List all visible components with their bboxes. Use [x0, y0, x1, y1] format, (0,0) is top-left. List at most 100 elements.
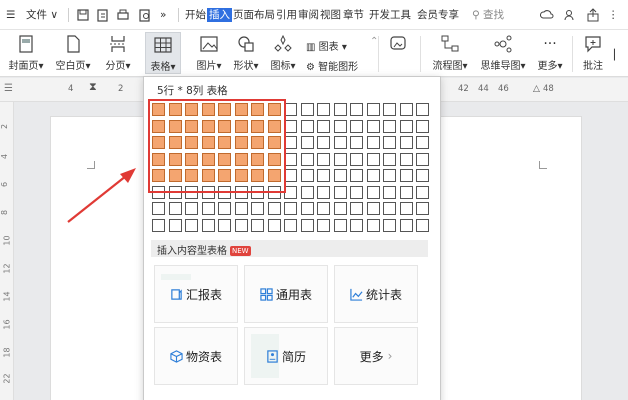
share-icon[interactable] — [586, 8, 600, 22]
flowchart-button[interactable]: 流程图▾ — [428, 32, 472, 74]
grid-cell[interactable] — [251, 218, 264, 232]
grid-cell[interactable] — [399, 169, 413, 182]
grid-cell[interactable] — [416, 218, 429, 232]
grid-cell[interactable] — [218, 218, 231, 232]
grid-cell[interactable] — [300, 202, 314, 215]
grid-cell[interactable] — [416, 202, 429, 215]
grid-cell[interactable] — [399, 119, 413, 133]
picture-button[interactable]: 图片▾ — [191, 32, 227, 74]
icons-button[interactable]: 图标▾ — [266, 32, 300, 74]
grid-cell[interactable] — [317, 103, 330, 116]
grid-cell[interactable] — [317, 169, 330, 182]
print-icon[interactable] — [116, 8, 130, 22]
grid-cell[interactable] — [333, 185, 347, 199]
comment-button[interactable]: 批注 — [578, 32, 608, 74]
tab-view[interactable]: 视图 — [320, 8, 341, 22]
ruler-menu-icon[interactable]: ☰ — [4, 83, 13, 94]
grid-cell[interactable] — [350, 103, 363, 116]
grid-cell[interactable] — [416, 152, 429, 166]
more-quick-access-icon[interactable]: » — [160, 8, 166, 22]
supplies-table-card[interactable]: 物资表 — [154, 327, 238, 385]
statistics-table-card[interactable]: 统计表 — [334, 265, 418, 323]
grid-cell[interactable] — [350, 185, 363, 199]
more-templates-card[interactable]: 更多 › — [334, 327, 418, 385]
grid-cell[interactable] — [300, 218, 314, 232]
grid-cell[interactable] — [383, 152, 396, 166]
grid-cell[interactable] — [350, 119, 363, 133]
grid-cell[interactable] — [399, 103, 413, 116]
grid-cell[interactable] — [416, 119, 429, 133]
report-table-card[interactable]: 汇报表 — [154, 265, 238, 323]
grid-cell[interactable] — [333, 202, 347, 215]
grid-cell[interactable] — [333, 136, 347, 149]
grid-cell[interactable] — [350, 152, 363, 166]
grid-cell[interactable] — [267, 202, 281, 215]
grid-cell[interactable] — [383, 218, 396, 232]
grid-cell[interactable] — [168, 202, 182, 215]
grid-cell[interactable] — [152, 202, 165, 215]
grid-cell[interactable] — [383, 119, 396, 133]
grid-cell[interactable] — [366, 185, 380, 199]
search-box[interactable]: ⚲ 查找 — [472, 8, 504, 22]
grid-cell[interactable] — [350, 136, 363, 149]
file-menu[interactable]: 文件 ∨ — [26, 8, 58, 22]
resource-button[interactable] — [386, 32, 410, 74]
tab-insert[interactable]: 插入 — [207, 8, 232, 22]
grid-cell[interactable] — [317, 152, 330, 166]
grid-cell[interactable] — [185, 202, 198, 215]
resume-card[interactable]: 简历 — [244, 327, 328, 385]
tab-references[interactable]: 引用 — [276, 8, 297, 22]
grid-cell[interactable] — [416, 136, 429, 149]
grid-cell[interactable] — [366, 169, 380, 182]
more-button[interactable]: ··· 更多▾ — [533, 32, 567, 74]
grid-cell[interactable] — [416, 185, 429, 199]
grid-cell[interactable] — [300, 103, 314, 116]
right-indent-marker-icon[interactable]: △ — [533, 84, 540, 94]
save-icon[interactable] — [76, 8, 90, 22]
cloud-sync-icon[interactable] — [540, 8, 554, 22]
grid-cell[interactable] — [201, 218, 215, 232]
blank-page-button[interactable]: 空白页▾ — [52, 32, 94, 74]
chart-button[interactable]: ▥ 图表 ▾ — [306, 38, 347, 53]
tab-review[interactable]: 审阅 — [298, 8, 319, 22]
grid-cell[interactable] — [300, 136, 314, 149]
grid-cell[interactable] — [350, 218, 363, 232]
grid-cell[interactable] — [300, 169, 314, 182]
grid-cell[interactable] — [399, 185, 413, 199]
smart-graphic-button[interactable]: ⚙ 智能图形 — [306, 58, 358, 73]
print-preview-icon[interactable] — [138, 8, 152, 22]
export-pdf-icon[interactable] — [96, 8, 110, 22]
grid-cell[interactable] — [350, 169, 363, 182]
grid-cell[interactable] — [366, 152, 380, 166]
grid-cell[interactable] — [383, 103, 396, 116]
grid-cell[interactable] — [399, 136, 413, 149]
grid-cell[interactable] — [300, 119, 314, 133]
tab-page-layout[interactable]: 页面布局 — [233, 8, 275, 22]
grid-cell[interactable] — [416, 169, 429, 182]
grid-cell[interactable] — [317, 119, 330, 133]
grid-cell[interactable] — [218, 202, 231, 215]
cover-page-button[interactable]: 封面页▾ — [6, 32, 46, 74]
grid-cell[interactable] — [366, 103, 380, 116]
indent-marker-icon[interactable]: ⧗ — [89, 80, 97, 94]
grid-cell[interactable] — [416, 103, 429, 116]
grid-cell[interactable] — [383, 202, 396, 215]
grid-cell[interactable] — [152, 218, 165, 232]
grid-cell[interactable] — [251, 202, 264, 215]
grid-cell[interactable] — [185, 218, 198, 232]
grid-cell[interactable] — [234, 202, 248, 215]
grid-cell[interactable] — [317, 136, 330, 149]
tab-section[interactable]: 章节 — [343, 8, 364, 22]
grid-cell[interactable] — [366, 119, 380, 133]
grid-cell[interactable] — [399, 152, 413, 166]
grid-cell[interactable] — [333, 103, 347, 116]
grid-cell[interactable] — [383, 185, 396, 199]
grid-cell[interactable] — [284, 202, 297, 215]
grid-cell[interactable] — [168, 218, 182, 232]
grid-cell[interactable] — [366, 218, 380, 232]
grid-cell[interactable] — [267, 218, 281, 232]
tab-member[interactable]: 会员专享 — [417, 8, 459, 22]
grid-cell[interactable] — [300, 185, 314, 199]
grid-cell[interactable] — [201, 202, 215, 215]
ribbon-scroll-right[interactable]: ▏ — [614, 50, 622, 61]
